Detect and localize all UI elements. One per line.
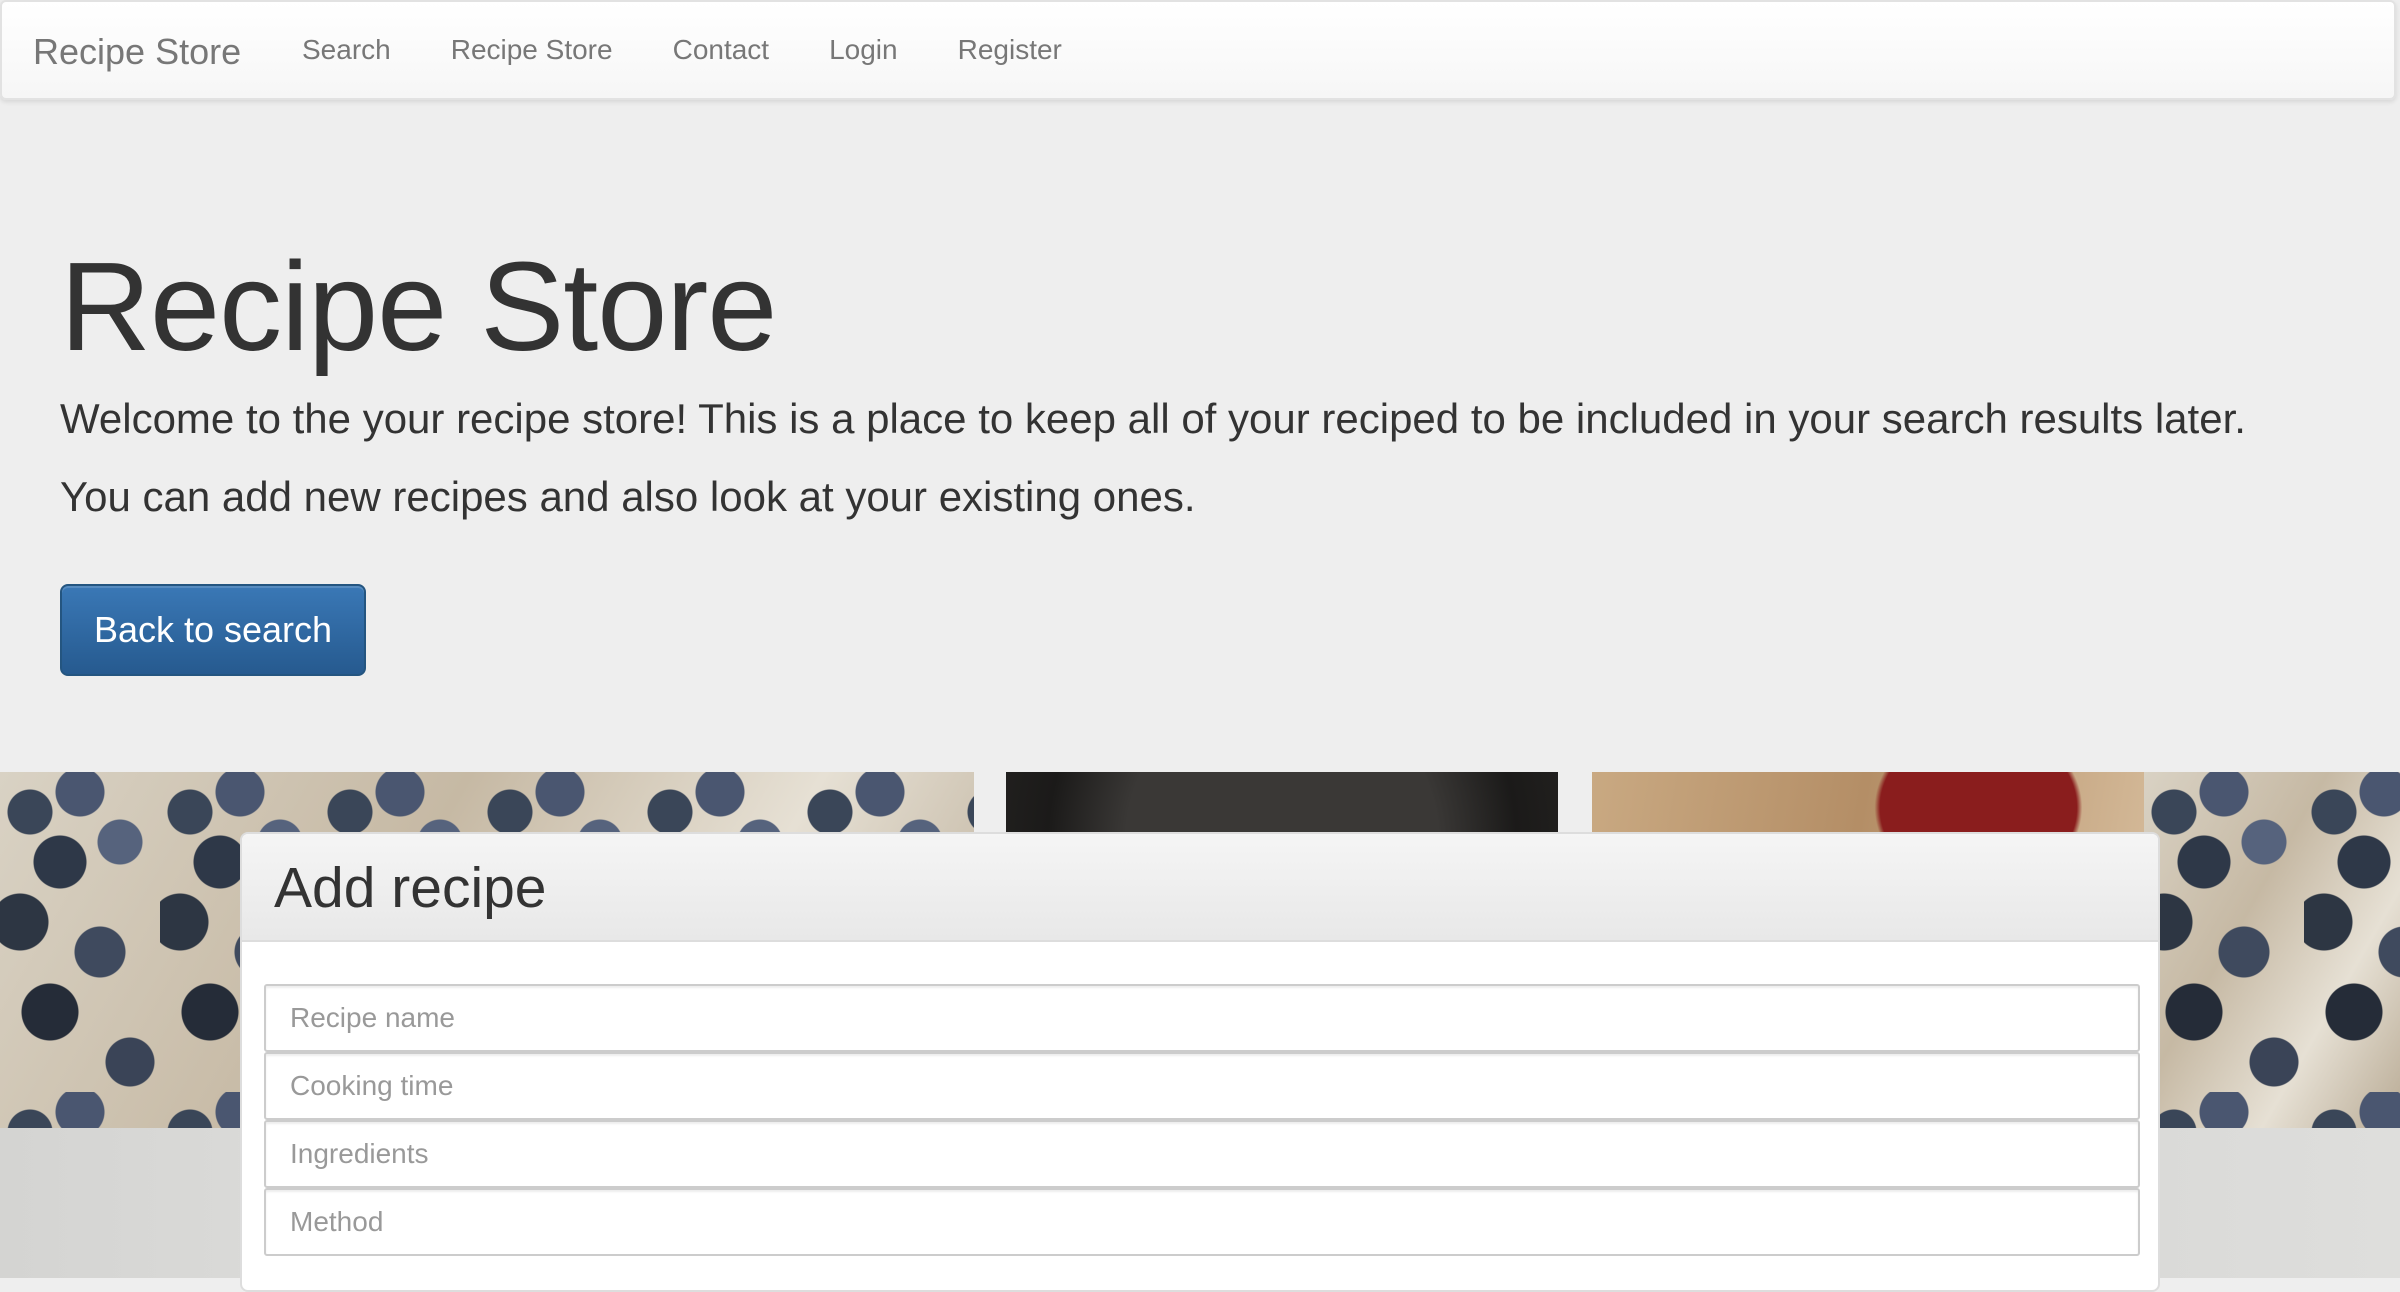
- welcome-text: Welcome to the your recipe store! This i…: [60, 395, 2246, 442]
- welcome-subtext: You can add new recipes and also look at…: [60, 473, 1196, 520]
- navbar-brand[interactable]: Recipe Store: [33, 30, 241, 74]
- grapes-photo-right: [2144, 772, 2400, 1128]
- cooking-time-input[interactable]: [264, 1052, 2140, 1120]
- panel-title: Add recipe: [274, 856, 547, 920]
- nav-link-contact[interactable]: Contact: [643, 0, 800, 100]
- nav-links: Search Recipe Store Contact Login Regist…: [272, 2, 1092, 98]
- back-to-search-button[interactable]: Back to search: [60, 584, 366, 676]
- nav-link-login[interactable]: Login: [799, 0, 928, 100]
- nav-link-search[interactable]: Search: [272, 0, 421, 100]
- method-input[interactable]: [264, 1188, 2140, 1256]
- ingredients-input[interactable]: [264, 1120, 2140, 1188]
- nav-link-recipe-store[interactable]: Recipe Store: [421, 0, 643, 100]
- recipe-name-input[interactable]: [264, 984, 2140, 1052]
- add-recipe-panel: Add recipe: [240, 832, 2160, 1292]
- add-recipe-form: [264, 984, 2140, 1256]
- nav-link-register[interactable]: Register: [928, 0, 1092, 100]
- panel-heading: Add recipe: [242, 834, 2158, 942]
- top-navbar: Recipe Store Search Recipe Store Contact…: [0, 0, 2396, 100]
- page-title: Recipe Store: [60, 236, 777, 377]
